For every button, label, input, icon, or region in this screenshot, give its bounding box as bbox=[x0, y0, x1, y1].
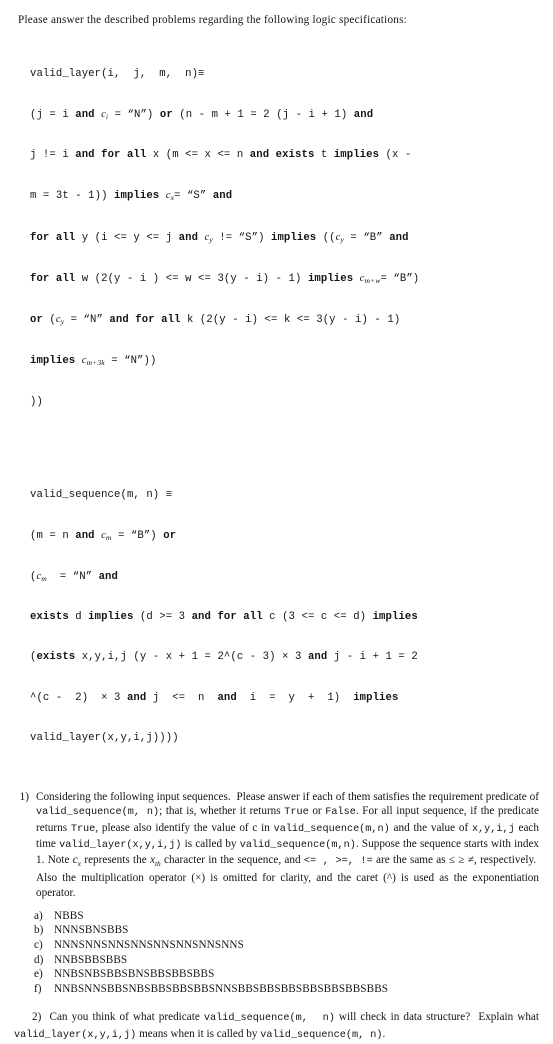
code-xyij: x,y,i,j bbox=[471, 823, 515, 835]
symbol-cx: cx bbox=[72, 853, 82, 869]
spec-line: (exists x,y,i,j (y - x + 1 = 2^(c - 3) ×… bbox=[30, 651, 418, 664]
spec-block-valid-sequence: valid_sequence(m, n) ≡ (m = n and cm = “… bbox=[30, 462, 539, 772]
spec-line: valid_sequence(m, n) ≡ bbox=[30, 488, 173, 501]
code-valid-sequence-mn: valid_sequence(m, n) bbox=[260, 1029, 383, 1041]
code-valid-layer-xyij: valid_layer(x,y,i,j) bbox=[59, 839, 182, 851]
option-label: a) bbox=[34, 909, 43, 922]
spec-line: or (cy = “N” and for all k (2(y - i) <= … bbox=[30, 314, 401, 327]
question-1: 1) Considering the following input seque… bbox=[14, 790, 539, 900]
option-value: NNBSNBSBBSBNSBBSBBSBBS bbox=[54, 968, 215, 981]
spec-line: valid_layer(x,y,i,j)))) bbox=[30, 731, 179, 744]
code-valid-sequence-mn: valid_sequence(m, n) bbox=[36, 807, 160, 819]
option-value: NNNSBNSBBS bbox=[54, 924, 129, 937]
spec-line: ^(c - 2) × 3 and j <= n and i = y + 1) i… bbox=[30, 691, 399, 704]
spec-line: exists d implies (d >= 3 and for all c (… bbox=[30, 611, 418, 624]
code-valid-sequence-mn: valid_sequence(m,n) bbox=[239, 839, 356, 851]
question-2-number: 2) bbox=[32, 1011, 42, 1024]
option-label: d) bbox=[34, 953, 44, 966]
spec-line: j != i and for all x (m <= x <= n and ex… bbox=[30, 149, 412, 162]
list-item: a) NBBS bbox=[14, 909, 539, 924]
code-operators: <= , >=, != bbox=[303, 855, 373, 867]
spec-block-valid-layer: valid_layer(i, j, m, n)≡ (j = i and ci =… bbox=[30, 41, 539, 436]
code-true: True bbox=[284, 807, 309, 819]
question-2: 2) Can you think of what predicate valid… bbox=[14, 1011, 539, 1041]
list-item: b) NNNSBNSBBS bbox=[14, 923, 539, 938]
spec-line: (cm = “N” and bbox=[30, 571, 118, 584]
code-valid-sequence-mn: valid_sequence(m, n) bbox=[203, 1013, 335, 1025]
document-page: Please answer the described problems reg… bbox=[0, 0, 553, 1041]
spec-line: )) bbox=[30, 395, 43, 408]
option-label: c) bbox=[34, 938, 43, 951]
code-false: False bbox=[325, 807, 356, 819]
option-label: b) bbox=[34, 924, 44, 937]
spec-line: for all w (2(y - i ) <= w <= 3(y - i) - … bbox=[30, 272, 420, 285]
question-1-number: 1) bbox=[19, 791, 29, 804]
code-valid-sequence-mn: valid_sequence(m,n) bbox=[273, 823, 390, 835]
spec-line: valid_layer(i, j, m, n)≡ bbox=[30, 67, 205, 80]
spec-line: implies cm+3k = “N”)) bbox=[30, 355, 157, 368]
spec-line: m = 3t - 1)) implies cx= “S” and bbox=[30, 190, 233, 203]
option-value: NNBSNNSBBSNBSBBSBBSBBSNNSBBSBBSBBSBBSBBS… bbox=[54, 982, 389, 995]
sequence-options-list: a) NBBS b) NNNSBNSBBS c) NNNSNNSNNSNNSNN… bbox=[14, 909, 539, 997]
spec-line: (m = n and cm = “B”) or bbox=[30, 529, 177, 542]
list-item: c) NNNSNNSNNSNNSNNSNNSNNSNNS bbox=[14, 938, 539, 953]
option-label: e) bbox=[34, 968, 43, 981]
option-value: NNBSBBSBBS bbox=[54, 953, 128, 966]
question-1-body: Considering the following input sequence… bbox=[36, 791, 540, 899]
list-item: e) NNBSNBSBBSBNSBBSBBSBBS bbox=[14, 967, 539, 982]
code-true: True bbox=[70, 823, 96, 835]
spec-line: (j = i and ci = “N”) or (n - m + 1 = 2 (… bbox=[30, 109, 374, 122]
intro-text: Please answer the described problems reg… bbox=[18, 14, 407, 26]
code-valid-layer-xyij: valid_layer(x,y,i,j) bbox=[14, 1029, 137, 1041]
list-item: d) NNBSBBSBBS bbox=[14, 953, 539, 968]
list-item: f) NNBSNNSBBSNBSBBSBBSBBSNNSBBSBBSBBSBBS… bbox=[14, 982, 539, 997]
symbol-xth: xth bbox=[150, 853, 161, 869]
option-value: NNNSNNSNNSNNSNNSNNSNNSNNS bbox=[54, 938, 244, 951]
option-value: NBBS bbox=[54, 909, 84, 922]
option-label: f) bbox=[34, 982, 42, 995]
spec-line: for all y (i <= y <= j and cy != “S”) im… bbox=[30, 231, 409, 244]
